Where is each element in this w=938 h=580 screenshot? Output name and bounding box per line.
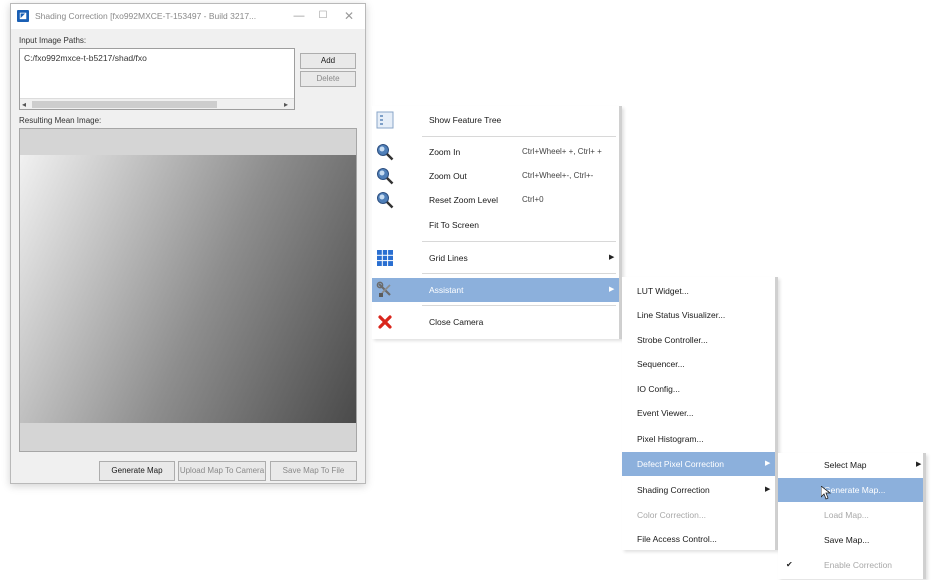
horizontal-scrollbar[interactable]: ◂ ▸ [20,98,294,109]
menu-item-file-access-control[interactable]: File Access Control... [622,527,775,551]
generate-map-button[interactable]: Generate Map [99,461,175,481]
menu-item-label: Generate Map... [824,485,886,495]
close-button[interactable]: ✕ [337,7,361,25]
input-paths-label: Input Image Paths: [19,36,87,45]
menu-item-io-config[interactable]: IO Config... [622,377,775,401]
menu-separator [422,136,616,137]
menu-item-zoom-out[interactable]: Zoom Out Ctrl+Wheel+-, Ctrl+- [372,164,619,188]
feature-tree-icon [376,111,394,129]
menu-item-lut-widget[interactable]: LUT Widget... [622,279,775,303]
submenu-arrow-icon: ▶ [765,486,771,493]
shading-correction-dialog: ◪ Shading Correction [fxo992MXCE-T-15349… [10,3,366,484]
menu-item-reset-zoom[interactable]: Reset Zoom Level Ctrl+0 [372,188,619,212]
menu-item-pixel-histogram[interactable]: Pixel Histogram... [622,427,775,451]
menu-item-generate-map[interactable]: Generate Map... [778,478,923,502]
menu-item-label: Pixel Histogram... [637,434,704,444]
upload-map-button[interactable]: Upload Map To Camera [178,461,266,481]
menu-item-select-map[interactable]: Select Map ▶ [778,453,923,477]
zoom-in-icon [377,144,394,161]
menu-item-color-correction[interactable]: Color Correction... [622,503,775,527]
menu-rail [923,453,926,579]
window-title: Shading Correction [fxo992MXCE-T-153497 … [35,11,257,21]
submenu-arrow-icon: ▶ [765,460,771,467]
menu-item-save-map[interactable]: Save Map... [778,528,923,552]
title-bar[interactable]: ◪ Shading Correction [fxo992MXCE-T-15349… [11,4,365,29]
submenu-arrow-icon: ▶ [916,461,922,468]
defect-pixel-correction-submenu: Select Map ▶ Generate Map... Load Map...… [778,453,926,579]
mouse-pointer-icon [821,486,831,500]
tools-icon [376,281,391,297]
menu-item-load-map[interactable]: Load Map... [778,503,923,527]
menu-separator [422,241,616,242]
menu-item-label: Sequencer... [637,359,685,369]
menu-item-label: Close Camera [429,317,484,327]
shortcut-label: Ctrl+0 [522,195,544,204]
menu-item-label: Strobe Controller... [637,335,708,345]
assistant-submenu: LUT Widget... Line Status Visualizer... … [622,277,778,550]
close-camera-icon [378,315,392,329]
path-list-item[interactable]: C:/fxo992mxce-t-b5217/shad/fxo [24,53,147,63]
menu-item-label: Load Map... [824,510,869,520]
menu-item-label: Enable Correction [824,560,893,570]
mean-image-view [19,128,357,452]
menu-separator [422,305,616,306]
submenu-arrow-icon: ▶ [609,286,615,293]
menu-item-label: Zoom In [429,147,461,157]
input-paths-list[interactable]: C:/fxo992mxce-t-b5217/shad/fxo ◂ ▸ [19,48,295,110]
shortcut-label: Ctrl+Wheel+-, Ctrl+- [522,171,594,180]
menu-item-label: Line Status Visualizer... [637,310,726,320]
scroll-right-icon[interactable]: ▸ [284,99,294,110]
minimize-button[interactable]: — [287,7,311,25]
menu-item-label: LUT Widget... [637,286,689,296]
menu-item-label: Grid Lines [429,253,468,263]
menu-separator [422,273,616,274]
menu-item-label: Select Map [824,460,867,470]
add-button[interactable]: Add [300,53,356,69]
context-menu: Show Feature Tree Zoom In Ctrl+Wheel+ +,… [372,106,622,339]
menu-item-label: Assistant [429,285,464,295]
menu-item-line-status-visualizer[interactable]: Line Status Visualizer... [622,303,775,327]
menu-item-grid-lines[interactable]: Grid Lines ▶ [372,246,619,270]
shortcut-label: Ctrl+Wheel+ +, Ctrl+ + [522,147,602,156]
zoom-out-icon [377,168,394,185]
menu-item-defect-pixel-correction[interactable]: Defect Pixel Correction ▶ [622,452,775,476]
menu-item-label: Reset Zoom Level [429,195,498,205]
checkmark-icon: ✔ [786,560,793,569]
grid-icon [377,250,393,266]
menu-item-event-viewer[interactable]: Event Viewer... [622,401,775,425]
scroll-thumb[interactable] [32,101,217,108]
menu-item-label: Zoom Out [429,171,467,181]
menu-item-close-camera[interactable]: Close Camera [372,310,619,334]
scroll-left-icon[interactable]: ◂ [22,99,32,110]
menu-item-label: Fit To Screen [429,220,479,230]
menu-item-show-feature-tree[interactable]: Show Feature Tree [372,108,619,132]
menu-item-label: Save Map... [824,535,870,545]
menu-item-label: Event Viewer... [637,408,694,418]
menu-item-shading-correction[interactable]: Shading Correction ▶ [622,478,775,502]
maximize-button[interactable]: ☐ [311,7,335,25]
save-map-to-file-button[interactable]: Save Map To File [270,461,357,481]
menu-item-label: Defect Pixel Correction [637,459,724,469]
menu-item-fit-to-screen[interactable]: Fit To Screen [372,213,619,237]
menu-item-label: Color Correction... [637,510,706,520]
menu-item-label: File Access Control... [637,534,717,544]
menu-item-enable-correction[interactable]: ✔ Enable Correction [778,553,923,577]
app-icon: ◪ [17,10,29,22]
submenu-arrow-icon: ▶ [609,254,615,261]
delete-button[interactable]: Delete [300,71,356,87]
menu-item-sequencer[interactable]: Sequencer... [622,352,775,376]
menu-item-label: Show Feature Tree [429,115,502,125]
menu-item-label: Shading Correction [637,485,710,495]
menu-item-assistant[interactable]: Assistant ▶ [372,278,619,302]
menu-item-strobe-controller[interactable]: Strobe Controller... [622,328,775,352]
menu-item-label: IO Config... [637,384,680,394]
mean-image [20,155,356,423]
zoom-reset-icon [377,192,394,209]
menu-item-zoom-in[interactable]: Zoom In Ctrl+Wheel+ +, Ctrl+ + [372,140,619,164]
result-image-label: Resulting Mean Image: [19,116,102,125]
